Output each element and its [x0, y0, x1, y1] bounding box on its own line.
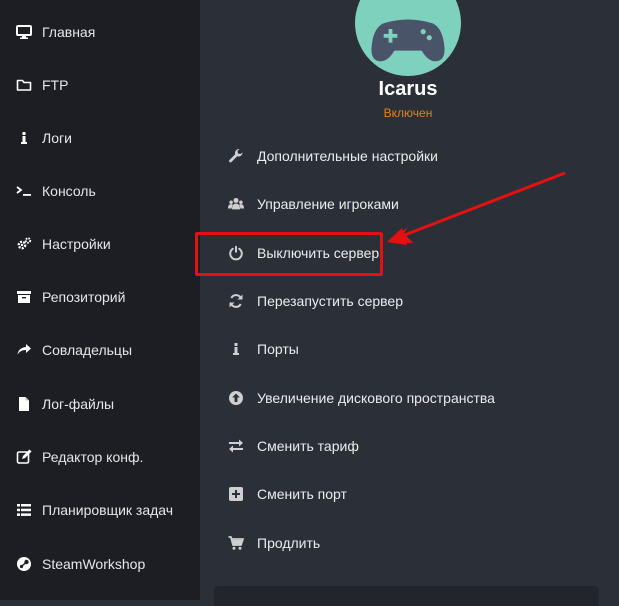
sidebar-item-repository[interactable]: Репозиторий	[0, 277, 200, 317]
sidebar-item-label: FTP	[42, 77, 69, 93]
folder-icon	[16, 77, 32, 93]
exchange-icon	[227, 437, 245, 455]
edit-icon	[16, 449, 32, 465]
sidebar: Главная FTP Логи Консоль Настройки Репоз…	[0, 0, 200, 600]
sidebar-item-logfiles[interactable]: Лог-файлы	[0, 384, 200, 424]
sidebar-item-label: Консоль	[42, 183, 96, 199]
action-change-plan[interactable]: Сменить тариф	[227, 432, 359, 460]
action-restart-server[interactable]: Перезапустить сервер	[227, 287, 403, 315]
sidebar-item-label: Совладельцы	[42, 342, 133, 358]
cart-icon	[227, 534, 245, 552]
server-name: Icarus	[378, 78, 438, 100]
refresh-icon	[227, 292, 245, 310]
sidebar-item-settings[interactable]: Настройки	[0, 224, 200, 264]
sidebar-item-label: Лог-файлы	[42, 396, 115, 412]
action-label: Дополнительные настройки	[257, 148, 438, 164]
list-icon	[16, 502, 32, 518]
action-label: Перезапустить сервер	[257, 293, 403, 309]
plus-square-icon	[227, 485, 245, 503]
action-extend[interactable]: Продлить	[227, 529, 320, 557]
monitor-icon	[16, 24, 32, 40]
upload-circle-icon	[227, 389, 245, 407]
action-increase-disk[interactable]: Увеличение дискового пространства	[227, 384, 495, 412]
share-icon	[16, 342, 32, 358]
sidebar-item-config-editor[interactable]: Редактор конф.	[0, 437, 200, 477]
sidebar-item-label: Главная	[42, 24, 96, 40]
info-icon	[16, 130, 32, 146]
bottom-panel	[214, 586, 599, 606]
action-label: Управление игроками	[257, 196, 399, 212]
highlight-box	[195, 232, 383, 276]
wrench-icon	[227, 147, 245, 165]
sidebar-item-console[interactable]: Консоль	[0, 171, 200, 211]
sidebar-item-label: Настройки	[42, 236, 111, 252]
gears-icon	[16, 236, 32, 252]
gamepad-icon	[371, 19, 445, 62]
sidebar-item-steamworkshop[interactable]: SteamWorkshop	[0, 544, 200, 584]
sidebar-item-coowners[interactable]: Совладельцы	[0, 330, 200, 370]
server-status: Включен	[383, 106, 433, 120]
action-advanced-settings[interactable]: Дополнительные настройки	[227, 142, 438, 170]
sidebar-item-label: Редактор конф.	[42, 449, 144, 465]
info-icon	[227, 340, 245, 358]
archive-icon	[16, 289, 32, 305]
sidebar-item-label: Планировщик задач	[42, 502, 174, 518]
sidebar-item-label: Логи	[42, 130, 72, 146]
sidebar-item-label: Репозиторий	[42, 289, 126, 305]
users-icon	[227, 195, 245, 213]
action-label: Увеличение дискового пространства	[257, 390, 495, 406]
sidebar-item-home[interactable]: Главная	[0, 12, 200, 52]
action-label: Порты	[257, 341, 299, 357]
action-label: Продлить	[257, 535, 321, 551]
action-ports[interactable]: Порты	[227, 335, 299, 363]
steam-icon	[16, 556, 32, 572]
sidebar-item-ftp[interactable]: FTP	[0, 65, 200, 105]
file-icon	[16, 396, 32, 412]
action-change-port[interactable]: Сменить порт	[227, 480, 347, 508]
terminal-icon	[16, 183, 32, 199]
action-label: Сменить порт	[257, 486, 347, 502]
sidebar-item-scheduler[interactable]: Планировщик задач	[0, 490, 200, 530]
sidebar-item-label: SteamWorkshop	[42, 556, 146, 572]
action-label: Сменить тариф	[257, 438, 359, 454]
sidebar-item-logs[interactable]: Логи	[0, 118, 200, 158]
action-manage-players[interactable]: Управление игроками	[227, 190, 399, 218]
